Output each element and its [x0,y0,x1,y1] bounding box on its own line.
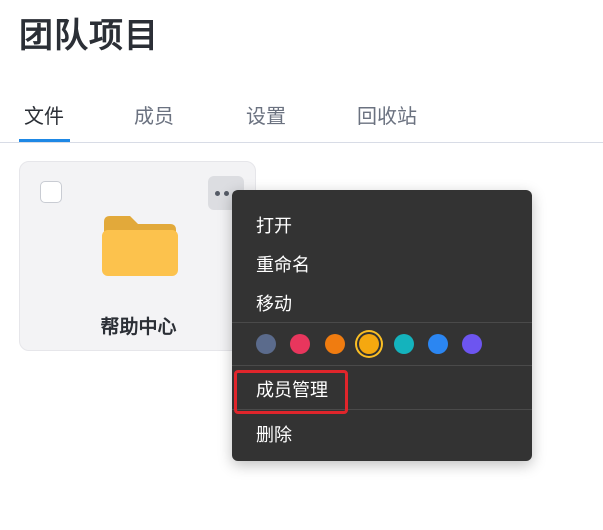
menu-divider [232,409,532,410]
color-swatch-teal[interactable] [394,334,414,354]
context-menu: 打开 重命名 移动 成员管理 删除 [232,190,532,461]
folder-icon [102,216,178,276]
menu-item-move[interactable]: 移动 [256,290,292,316]
tab-files[interactable]: 文件 [24,100,64,129]
page-title: 团队项目 [19,16,159,56]
color-swatch-blue[interactable] [428,334,448,354]
menu-item-rename[interactable]: 重命名 [256,251,310,277]
menu-divider [232,365,532,366]
menu-divider [232,322,532,323]
menu-item-open[interactable]: 打开 [256,212,292,238]
tab-members[interactable]: 成员 [134,100,174,129]
tab-settings[interactable]: 设置 [246,100,286,129]
folder-select-checkbox[interactable] [40,181,62,203]
folder-card[interactable]: 帮助中心 [19,161,256,351]
menu-item-delete[interactable]: 删除 [256,421,292,447]
more-dot-icon [215,191,220,196]
menu-item-member-management[interactable]: 成员管理 [256,376,328,402]
color-swatch-rose[interactable] [290,334,310,354]
more-dot-icon [224,191,229,196]
folder-name: 帮助中心 [100,316,177,338]
tab-recycle-bin[interactable]: 回收站 [357,100,417,129]
color-swatch-orange[interactable] [325,334,345,354]
color-swatch-amber[interactable] [359,334,379,354]
color-swatch-slate[interactable] [256,334,276,354]
tab-bar: 文件 成员 设置 回收站 [0,92,603,143]
color-swatch-violet[interactable] [462,334,482,354]
active-tab-indicator [19,139,70,142]
